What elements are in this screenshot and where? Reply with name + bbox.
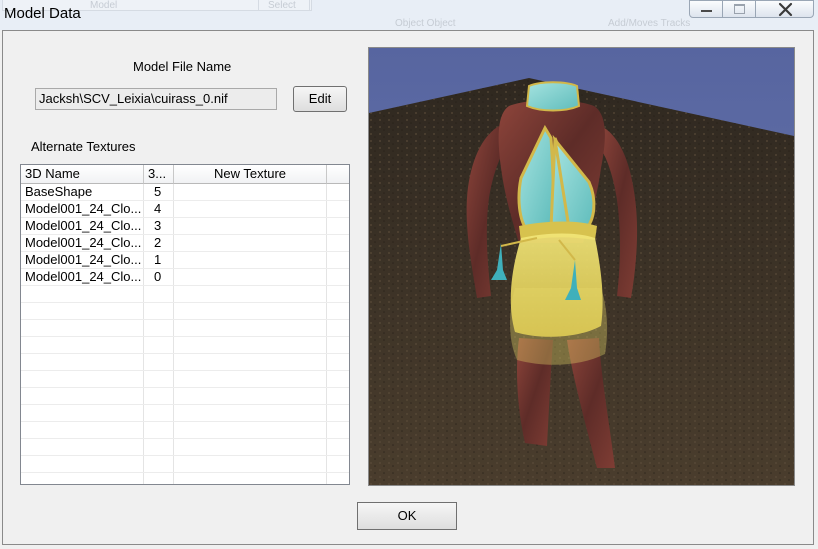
- window-title: Model Data: [4, 5, 81, 22]
- empty-row: [21, 388, 349, 405]
- edit-button[interactable]: Edit: [293, 86, 347, 112]
- empty-row: [21, 456, 349, 473]
- model-preview-render: [369, 48, 794, 485]
- list-item-name: Model001_24_Clo...: [25, 252, 142, 267]
- alternate-textures-list[interactable]: 3D Name 3... New Texture BaseShape 5 Mod…: [20, 164, 350, 485]
- empty-row: [21, 422, 349, 439]
- list-item[interactable]: Model001_24_Clo... 3: [21, 218, 349, 235]
- list-item-index: 1: [154, 252, 162, 267]
- empty-row: [21, 320, 349, 337]
- column-header-filler: [327, 165, 349, 184]
- model-preview-viewport[interactable]: [368, 47, 795, 486]
- list-item-name: BaseShape: [25, 184, 93, 199]
- background-window-label: Object Object: [395, 18, 456, 29]
- alternate-textures-heading: Alternate Textures: [31, 139, 136, 154]
- minimize-icon: [701, 10, 712, 12]
- empty-row: [21, 303, 349, 320]
- list-item-name: Model001_24_Clo...: [25, 269, 142, 284]
- empty-row: [21, 405, 349, 422]
- empty-row: [21, 473, 349, 484]
- list-item-name: Model001_24_Clo...: [25, 218, 142, 233]
- close-button[interactable]: [755, 0, 814, 18]
- background-window-label: Select: [268, 0, 296, 11]
- close-icon: [778, 2, 793, 17]
- list-item-index: 5: [154, 184, 162, 199]
- maximize-button[interactable]: [722, 0, 756, 18]
- minimize-button[interactable]: [689, 0, 723, 18]
- list-item-index: 3: [154, 218, 162, 233]
- background-window-label: Add/Moves Tracks: [608, 18, 691, 29]
- list-item-name: Model001_24_Clo...: [25, 201, 142, 216]
- list-item[interactable]: BaseShape 5: [21, 184, 349, 201]
- background-window-label: Model: [90, 0, 118, 11]
- empty-row: [21, 337, 349, 354]
- empty-row: [21, 371, 349, 388]
- list-item[interactable]: Model001_24_Clo... 0: [21, 269, 349, 286]
- column-header-index[interactable]: 3...: [144, 165, 174, 184]
- empty-row: [21, 286, 349, 303]
- model-file-path-field: Jacksh\SCV_Leixia\cuirass_0.nif: [35, 88, 277, 110]
- list-item-index: 0: [154, 269, 162, 284]
- list-item[interactable]: Model001_24_Clo... 4: [21, 201, 349, 218]
- column-header-3d-name[interactable]: 3D Name: [21, 165, 144, 184]
- column-header-new-texture[interactable]: New Texture: [174, 165, 327, 184]
- list-item-index: 2: [154, 235, 162, 250]
- list-item[interactable]: Model001_24_Clo... 2: [21, 235, 349, 252]
- maximize-icon: [734, 4, 745, 14]
- model-file-name-heading: Model File Name: [133, 59, 232, 74]
- title-bar: Model Select Object Object Add/Moves Tra…: [0, 0, 818, 30]
- list-item-index: 4: [154, 201, 162, 216]
- list-item[interactable]: Model001_24_Clo... 1: [21, 252, 349, 269]
- empty-row: [21, 439, 349, 456]
- list-item-name: Model001_24_Clo...: [25, 235, 142, 250]
- empty-row: [21, 354, 349, 371]
- ok-button[interactable]: OK: [357, 502, 457, 530]
